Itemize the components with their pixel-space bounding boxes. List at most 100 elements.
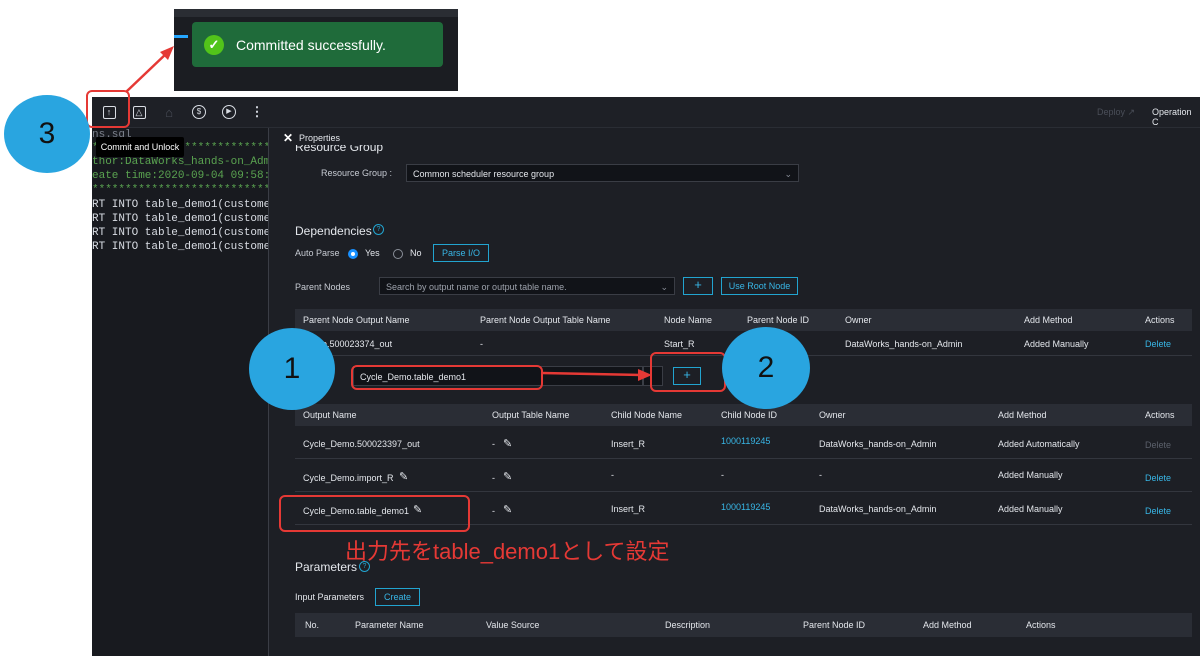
no-label: No [410,248,422,258]
code-line: RT INTO table_demo1(customer_i [92,199,268,211]
add-parent-button[interactable]: + [683,277,713,295]
step-3-marker: 3 [4,95,90,173]
cell: - [492,473,495,483]
column-header: Owner [845,315,872,325]
cell: - [819,470,822,480]
column-header: Parent Node Output Table Name [480,315,611,325]
parent-node-search[interactable]: Search by output name or output table na… [379,277,675,295]
step-2-marker: 2 [722,327,810,409]
column-header: Output Table Name [492,410,570,420]
column-header: Output Name [303,410,357,420]
close-icon[interactable]: ✕ [283,131,293,145]
toast-message: Committed successfully. [236,36,386,53]
cell: - [492,439,495,449]
check-circle-icon: ✓ [204,34,224,55]
steal-lock-icon[interactable]: △ [130,103,148,121]
output-input-highlight-box [351,365,543,390]
table-row: Cycle_Demo.500023397_out - ✎ Insert_R 10… [295,427,1192,459]
cell: DataWorks_hands-on_Admin [819,504,937,514]
column-header: Parameter Name [355,620,424,630]
cell: - [721,470,724,480]
auto-parse-label: Auto Parse [295,248,340,258]
deploy-button[interactable]: Deploy ↗ [1097,107,1135,118]
column-header: Actions [1026,620,1056,630]
code-line: thor:DataWorks_hands-on_Admin [92,156,268,168]
column-header: Node Name [664,315,713,325]
annotation-note: 出力先をtable_demo1として設定 [345,539,670,564]
delete-link[interactable]: Delete [1145,473,1171,483]
cell: DataWorks_hands-on_Admin [845,339,963,349]
cell: DataWorks_hands-on_Admin [819,439,937,449]
cell: Insert_R [611,439,646,449]
column-header: Actions [1145,410,1175,420]
code-line: RT INTO table_demo1(customer_i [92,213,268,225]
resource-group-label: Resource Group : [321,168,393,178]
use-root-node-button[interactable]: Use Root Node [721,277,798,295]
edit-icon[interactable]: ✎ [503,503,512,516]
parent-table-header: Parent Node Output Name Parent Node Outp… [295,309,1192,331]
code-line: eate time:2020-09-04 09:58:28 [92,170,268,182]
column-header: Add Method [998,410,1047,420]
cell: Added Automatically [998,439,1080,449]
column-header: Add Method [923,620,972,630]
edit-icon[interactable]: ✎ [503,437,512,450]
commit-tooltip: Commit and Unlock [96,137,184,157]
cell: Added Manually [998,470,1063,480]
column-header: Actions [1145,315,1175,325]
cell: - [480,339,483,349]
cell: Insert_R [611,504,646,514]
column-header: Child Node ID [721,410,778,420]
no-radio[interactable] [393,249,403,259]
yes-radio[interactable] [348,249,358,259]
edit-icon[interactable]: ✎ [399,470,408,483]
column-header: No. [305,620,320,630]
column-header: Parent Node Output Name [303,315,410,325]
column-header: Child Node Name [611,410,683,420]
cell: Added Manually [998,504,1063,514]
more-icon[interactable]: ⋮ [248,103,266,121]
delete-link[interactable]: Delete [1145,339,1171,349]
step-1-marker: 1 [249,328,335,410]
run-icon[interactable]: ▶ [220,103,238,121]
cell: Cycle_Demo.import_R [303,473,394,483]
cell: Cycle_Demo.500023397_out [303,439,420,449]
cell: Added Manually [1024,339,1089,349]
cell: - [611,470,614,480]
column-header: Owner [819,410,846,420]
column-header: Parent Node ID [747,315,810,325]
dependencies-heading: Dependencies [295,224,372,238]
chevron-down-icon: ⌄ [660,282,668,292]
cell: Start_R [664,339,695,349]
table-row: Cycle_Demo.import_R ✎ - ✎ - - - Added Ma… [295,459,1192,492]
column-header: Value Source [486,620,540,630]
delete-link[interactable]: Delete [1145,506,1171,516]
toast-accent-line [174,35,188,38]
code-line: RT INTO table_demo1(customer_i [92,227,268,239]
code-line: **************************** [92,184,268,196]
create-parameter-button[interactable]: Create [375,588,420,606]
lock-icon: ⌂ [165,104,173,120]
operation-center-button[interactable]: Operation C [1152,107,1200,127]
panel-title: Properties [299,133,341,143]
toast-top-strip [174,9,458,17]
yes-label: Yes [365,248,380,258]
delete-link: Delete [1145,440,1172,450]
add-button-highlight-box [650,352,726,392]
child-node-id-link[interactable]: 1000119245 [721,502,770,512]
parse-io-button[interactable]: Parse I/O [433,244,489,262]
chevron-down-icon: ⌄ [784,169,792,179]
parameter-table-header: No. Parameter Name Value Source Descript… [295,613,1192,637]
edit-icon[interactable]: ✎ [503,470,512,483]
column-header: Parent Node ID [803,620,866,630]
output-table-header: Output Name Output Table Name Child Node… [295,404,1192,426]
resource-group-select[interactable]: Common scheduler resource group ⌄ [406,164,799,182]
input-parameters-label: Input Parameters [295,592,365,602]
child-node-id-link[interactable]: 1000119245 [721,436,770,446]
run-with-params-icon[interactable]: $ [190,103,208,121]
column-header: Description [665,620,711,630]
success-toast: ✓ Committed successfully. [192,22,443,67]
code-editor[interactable]: ns.sql **************************** thor… [92,128,268,656]
help-icon[interactable]: ? [373,224,384,235]
commit-highlight-box [86,90,130,128]
code-line: RT INTO table_demo1(customer_i [92,241,268,253]
